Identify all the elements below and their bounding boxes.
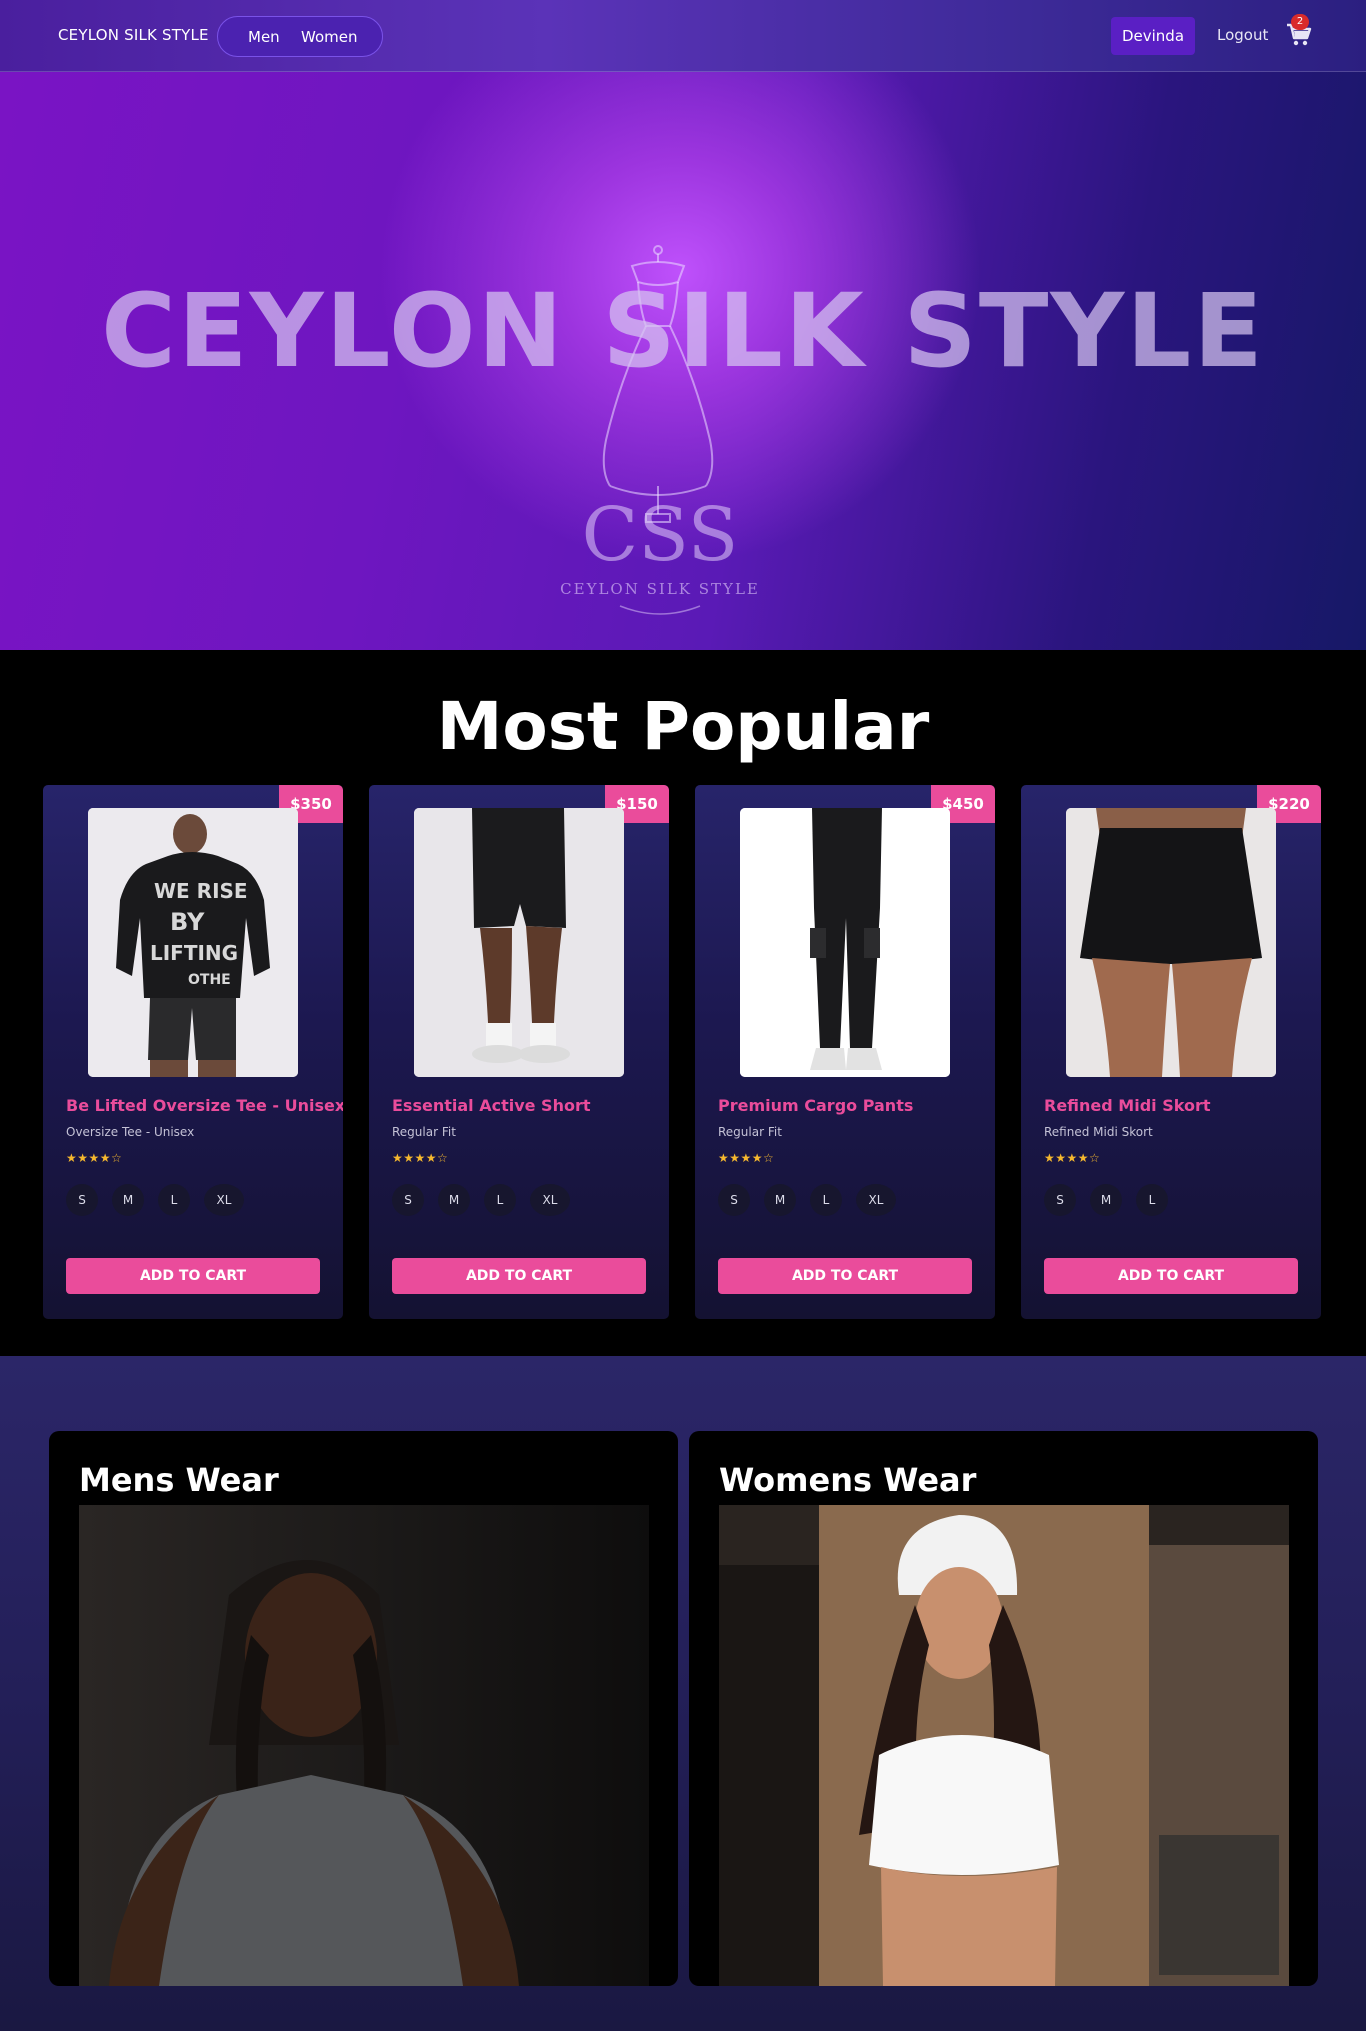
category-nav: Men Women <box>217 16 383 57</box>
brand-logo: CSS CEYLON SILK STYLE <box>560 245 760 615</box>
product-image[interactable] <box>1066 808 1276 1077</box>
cart-count-badge: 2 <box>1291 14 1309 30</box>
logout-link[interactable]: Logout <box>1217 26 1268 44</box>
size-option[interactable]: M <box>112 1184 144 1216</box>
size-option[interactable]: XL <box>530 1184 570 1216</box>
top-nav: CEYLON SILK STYLE Men Women Devinda Logo… <box>0 0 1366 72</box>
shirt-print-line-2: BY <box>170 908 205 936</box>
add-to-cart-button[interactable]: ADD TO CART <box>392 1258 646 1294</box>
nav-men-link[interactable]: Men <box>248 28 280 46</box>
rating-stars: ★★★★☆ <box>1044 1151 1101 1165</box>
size-options: SML <box>1044 1184 1182 1216</box>
add-to-cart-button[interactable]: ADD TO CART <box>718 1258 972 1294</box>
hero-title: CEYLON SILK STYLE <box>101 272 1265 391</box>
product-name[interactable]: Be Lifted Oversize Tee - Unisex <box>66 1096 343 1115</box>
most-popular-section: Most Popular $350 WE RISE BY LIFTING OTH… <box>0 650 1366 1356</box>
hero-banner: CSS CEYLON SILK STYLE CEYLON SILK STYLE <box>0 72 1366 650</box>
product-subtitle: Regular Fit <box>718 1125 782 1139</box>
user-button[interactable]: Devinda <box>1111 17 1195 55</box>
product-subtitle: Refined Midi Skort <box>1044 1125 1153 1139</box>
size-options: S M L XL <box>392 1184 584 1216</box>
product-card[interactable]: $220 Refined Midi Skort Refined Midi Sko… <box>1021 785 1321 1319</box>
shirt-print-line-3: LIFTING <box>150 941 238 965</box>
size-option[interactable]: S <box>718 1184 750 1216</box>
shirt-print-line-4: OTHE <box>188 972 231 988</box>
size-option[interactable]: L <box>1136 1184 1168 1216</box>
rating-stars: ★★★★☆ <box>392 1151 449 1165</box>
product-name[interactable]: Premium Cargo Pants <box>718 1096 913 1115</box>
product-subtitle: Oversize Tee - Unisex <box>66 1125 195 1139</box>
product-card[interactable]: $450 Premium Cargo Pants Regular Fit ★★★… <box>695 785 995 1319</box>
category-image[interactable] <box>719 1505 1289 1986</box>
product-name[interactable]: Essential Active Short <box>392 1096 591 1115</box>
size-options: S M L XL <box>66 1184 258 1216</box>
size-option[interactable]: L <box>158 1184 190 1216</box>
category-card-womens[interactable]: Womens Wear <box>689 1431 1318 1986</box>
size-option[interactable]: L <box>810 1184 842 1216</box>
size-option[interactable]: L <box>484 1184 516 1216</box>
size-option[interactable]: M <box>1090 1184 1122 1216</box>
add-to-cart-button[interactable]: ADD TO CART <box>66 1258 320 1294</box>
size-option[interactable]: S <box>66 1184 98 1216</box>
logo-monogram: CSS <box>582 492 739 578</box>
product-image[interactable] <box>740 808 950 1077</box>
shirt-print-line-1: WE RISE <box>154 879 248 903</box>
size-option[interactable]: M <box>764 1184 796 1216</box>
rating-stars: ★★★★☆ <box>66 1151 123 1165</box>
size-option[interactable]: S <box>1044 1184 1076 1216</box>
rating-stars: ★★★★☆ <box>718 1151 775 1165</box>
product-image[interactable]: WE RISE BY LIFTING OTHE <box>88 808 298 1077</box>
category-title: Mens Wear <box>79 1461 279 1499</box>
size-options: S M L XL <box>718 1184 910 1216</box>
product-card[interactable]: $150 Essential Active Short Regular Fit … <box>369 785 669 1319</box>
product-subtitle: Regular Fit <box>392 1125 456 1139</box>
add-to-cart-button[interactable]: ADD TO CART <box>1044 1258 1298 1294</box>
brand-link[interactable]: CEYLON SILK STYLE <box>58 26 209 44</box>
size-option[interactable]: XL <box>856 1184 896 1216</box>
nav-women-link[interactable]: Women <box>301 28 357 46</box>
categories-section: Mens Wear Womens Wear <box>0 1356 1366 2031</box>
section-title: Most Popular <box>436 688 930 765</box>
product-name[interactable]: Refined Midi Skort <box>1044 1096 1210 1115</box>
category-title: Womens Wear <box>719 1461 977 1499</box>
category-image[interactable] <box>79 1505 649 1986</box>
size-option[interactable]: XL <box>204 1184 244 1216</box>
product-image[interactable] <box>414 808 624 1077</box>
category-card-mens[interactable]: Mens Wear <box>49 1431 678 1986</box>
size-option[interactable]: S <box>392 1184 424 1216</box>
logo-text: CEYLON SILK STYLE <box>560 580 760 598</box>
size-option[interactable]: M <box>438 1184 470 1216</box>
product-card[interactable]: $350 WE RISE BY LIFTING OTHE Be Lifted O… <box>43 785 343 1319</box>
